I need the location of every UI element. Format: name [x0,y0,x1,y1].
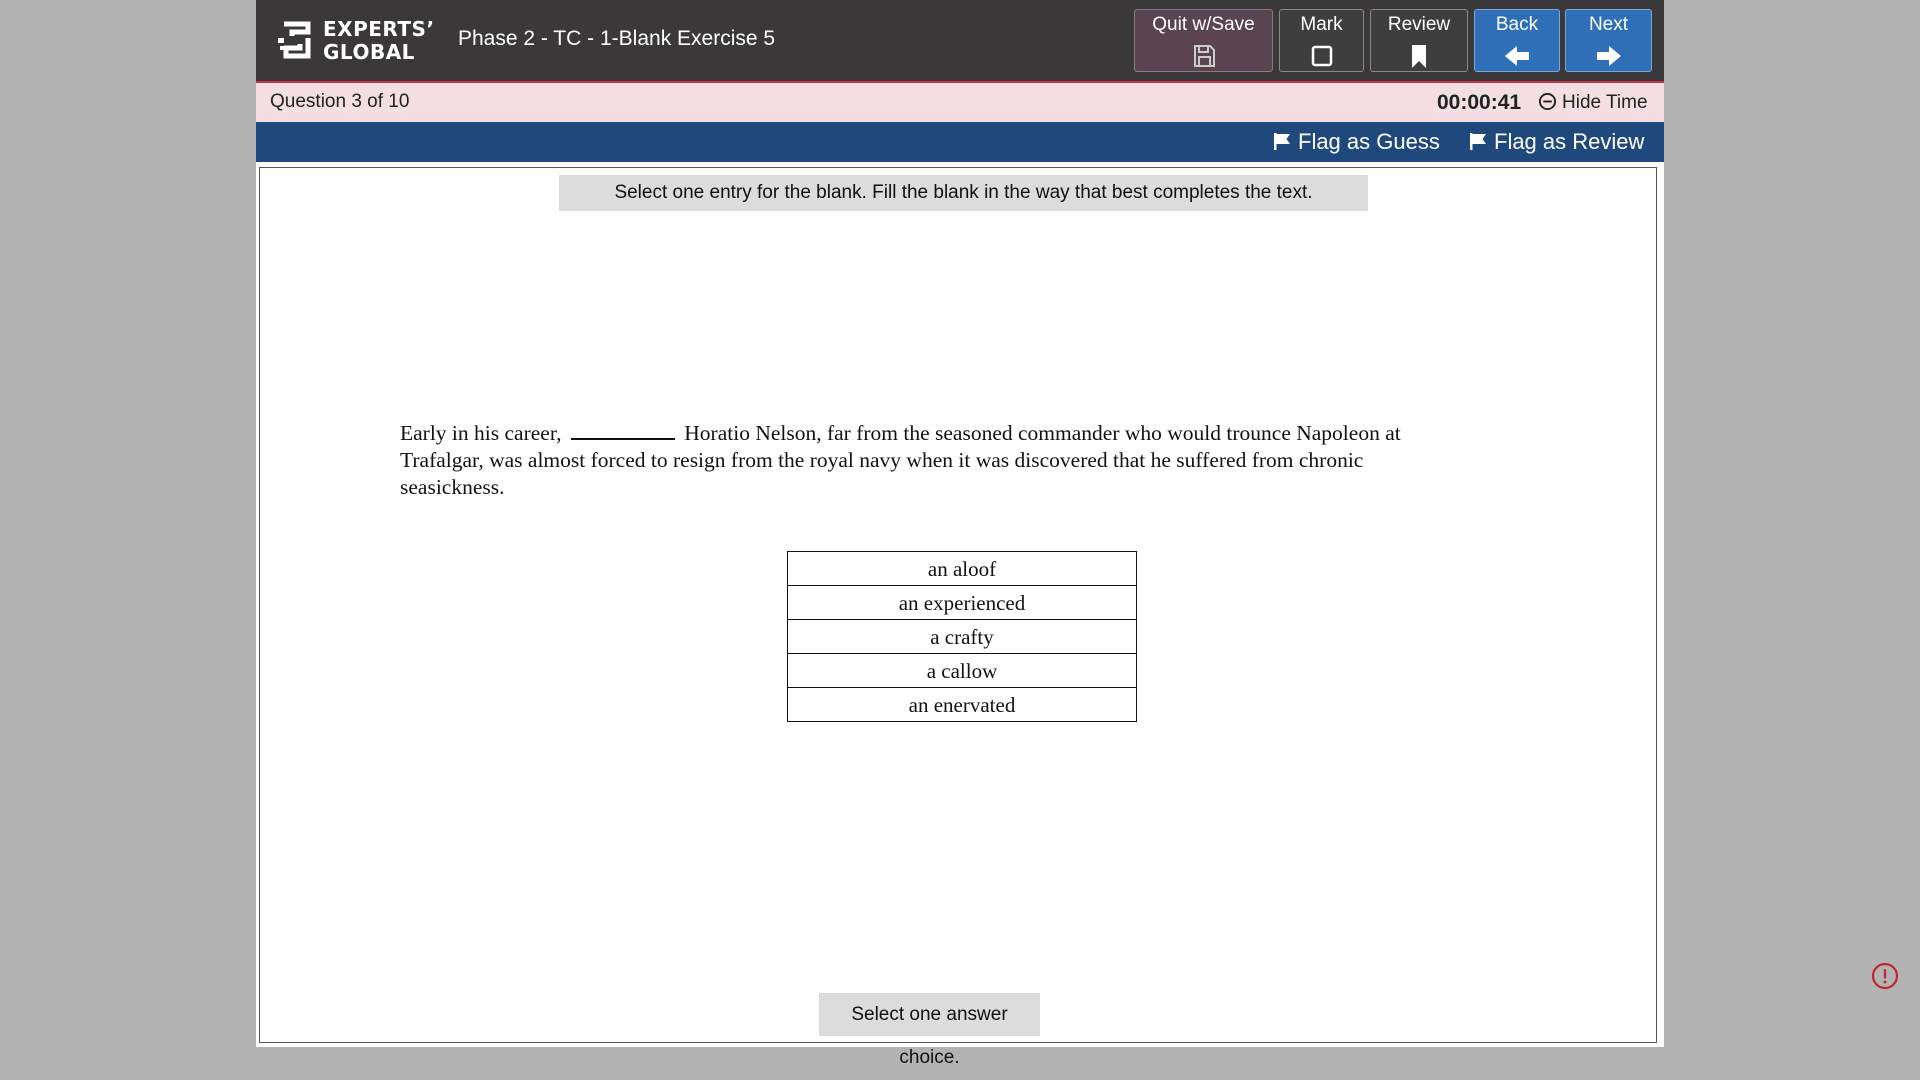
answer-choice[interactable]: a crafty [788,620,1136,654]
logo-line1: EXPERTS’ [323,17,435,41]
answer-choice[interactable]: an experienced [788,586,1136,620]
flag-icon [1274,133,1290,150]
answer-choice[interactable]: a callow [788,654,1136,688]
logo-line2: GLOBAL [323,40,415,64]
checkbox-icon [1311,45,1332,67]
header-bar: EXPERTS’ GLOBAL Phase 2 - TC - 1-Blank E… [256,0,1664,83]
flag-icon [1470,133,1486,150]
experts-global-logo: EXPERTS’ GLOBAL [278,16,434,66]
test-window: EXPERTS’ GLOBAL Phase 2 - TC - 1-Blank E… [256,0,1664,1068]
save-icon [1193,45,1215,67]
passage-before-blank: Early in his career, [400,421,562,445]
bookmark-icon [1412,45,1426,68]
question-passage: Early in his career, Horatio Nelson, far… [400,420,1460,501]
back-button[interactable]: Back [1474,9,1560,72]
review-button[interactable]: Review [1370,9,1468,72]
mark-button[interactable]: Mark [1279,9,1364,72]
flag-as-review-label: Flag as Review [1494,129,1645,154]
back-label: Back [1495,14,1539,35]
answer-choice[interactable]: an aloof [788,552,1136,586]
quit-save-button[interactable]: Quit w/Save [1134,9,1273,72]
hide-time-label: Hide Time [1562,92,1648,113]
flag-as-guess-button[interactable]: Flag as Guess [1272,129,1440,155]
question-counter: Question 3 of 10 [270,91,410,112]
hide-time-button[interactable]: Hide Time [1538,92,1648,114]
quit-save-label: Quit w/Save [1152,14,1255,35]
mark-label: Mark [1300,14,1343,35]
next-button[interactable]: Next [1565,9,1652,72]
answer-blank [570,420,675,440]
question-content-frame: Select one entry for the blank. Fill the… [259,167,1657,1068]
question-status-bar: Question 3 of 10 00:00:41 Hide Time [256,83,1664,122]
minus-circle-icon [1538,92,1557,111]
arrow-right-icon [1596,46,1621,66]
answer-choice[interactable]: an enervated [788,688,1136,722]
flag-bar: Flag as Guess Flag as Review [256,122,1664,162]
exam-title: Phase 2 - TC - 1-Blank Exercise 5 [458,27,776,50]
alert-icon[interactable] [1871,962,1899,990]
question-instruction: Select one entry for the blank. Fill the… [559,175,1368,211]
arrow-left-icon [1505,46,1529,66]
next-label: Next [1588,14,1629,35]
flag-as-guess-label: Flag as Guess [1298,129,1440,154]
select-answer-note: Select one answer choice. [819,993,1040,1068]
logo-text: EXPERTS’ GLOBAL [323,18,435,64]
timer: 00:00:41 [1437,91,1522,114]
answer-choices-table: an aloof an experienced a crafty a callo… [787,551,1137,722]
experts-global-logo-icon [278,21,311,59]
review-label: Review [1387,14,1451,35]
flag-as-review-button[interactable]: Flag as Review [1468,129,1644,155]
